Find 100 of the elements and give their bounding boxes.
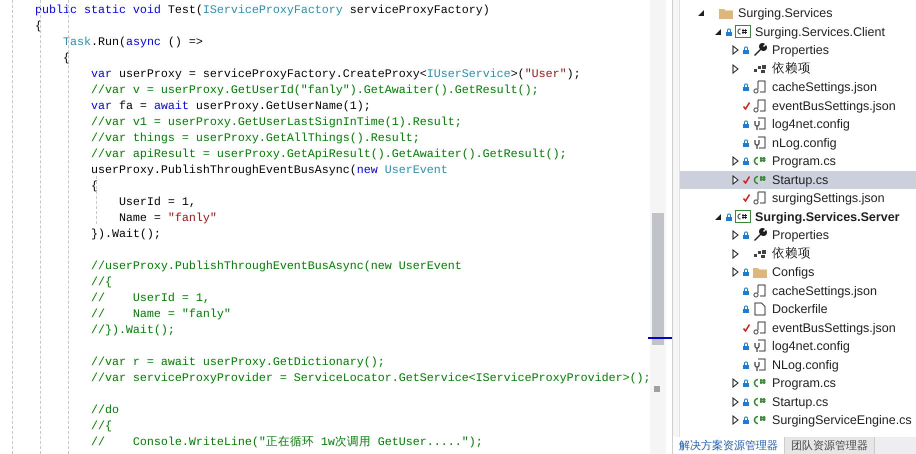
code-token: IServiceProxyFactory — [202, 2, 343, 18]
settings-file-icon — [753, 284, 767, 298]
code-token: //var serviceProxyProvider = ServiceLocator.GetService<IServiceProxyProvider>(); — [90, 370, 650, 386]
collapse-icon[interactable] — [714, 212, 722, 221]
expand-icon[interactable] — [732, 378, 738, 388]
code-token: // Console.WriteLine("正在循环 1w次调用 GetUser....."); — [90, 434, 483, 450]
settings-file-icon — [753, 80, 767, 94]
tree-item[interactable]: SurgingServiceEngine.cs — [680, 411, 916, 430]
csharp-file-icon — [752, 155, 768, 168]
lock-icon — [743, 342, 749, 350]
lock-icon — [743, 416, 749, 424]
code-token: //{ — [90, 274, 112, 290]
code-token: "User" — [524, 66, 567, 82]
code-token: Name = — [118, 210, 162, 226]
tree-item[interactable]: Surging.Services.Client — [680, 22, 916, 41]
config-file-icon — [753, 358, 767, 372]
config-file-icon — [753, 339, 767, 354]
tree-item[interactable]: surgingSettings.json — [680, 189, 916, 208]
tree-item[interactable]: eventBusSettings.json — [680, 318, 916, 337]
file-icon — [754, 302, 766, 316]
panel-tab[interactable]: 解决方案资源管理器 — [673, 437, 785, 454]
lock-icon — [743, 268, 749, 276]
code-token: // Name = "fanly" — [90, 306, 231, 322]
lock-icon — [743, 398, 749, 406]
tree-item[interactable]: 依赖项 — [680, 244, 916, 263]
code-token: () => — [166, 34, 203, 50]
panel-tab[interactable]: 团队资源管理器 — [785, 437, 875, 454]
settings-file-icon — [753, 320, 767, 335]
code-token: "fanly" — [168, 210, 217, 226]
lock-icon — [743, 120, 749, 128]
tree-item[interactable]: Surging.Services — [680, 4, 916, 22]
csharp-project-icon — [735, 210, 751, 224]
expand-icon[interactable] — [732, 396, 738, 407]
csharp-file-icon — [752, 377, 768, 390]
dependencies-icon — [753, 248, 767, 259]
scrollbar[interactable] — [650, 0, 666, 454]
expand-icon[interactable] — [732, 415, 738, 426]
tree-item[interactable]: nLog.config — [680, 134, 916, 152]
code-token: //{ — [90, 418, 112, 434]
tree-item[interactable]: eventBusSettings.json — [680, 96, 916, 115]
code-token: //var v = userProxy.GetUserId("fanly").GetAwaiter().GetResult(); — [90, 82, 539, 98]
lock-icon — [743, 360, 749, 369]
folder-icon — [752, 266, 768, 279]
scroll-marker — [654, 386, 660, 392]
lock-icon — [743, 379, 749, 388]
csharp-project-icon — [735, 25, 751, 38]
collapse-icon[interactable] — [697, 9, 705, 18]
wrench-icon — [753, 43, 767, 58]
tree-item[interactable]: Properties — [680, 226, 916, 244]
tree-item[interactable]: Properties — [680, 41, 916, 60]
expand-icon[interactable] — [732, 156, 738, 166]
check-icon — [742, 194, 750, 202]
tree-item[interactable]: log4net.config — [680, 337, 916, 356]
code-token: var — [90, 98, 112, 114]
lock-icon — [743, 286, 749, 295]
code-token: //var things = userProxy.GetAllThings().Result; — [90, 130, 420, 146]
lock-icon — [743, 305, 749, 314]
dependencies-icon — [753, 64, 767, 74]
scrollbar-thumb[interactable] — [652, 213, 664, 345]
lock-icon — [743, 231, 749, 240]
tree-item[interactable]: Surging.Services.Server — [680, 208, 916, 226]
code-token: UserId = 1, — [118, 194, 196, 210]
tree-item[interactable]: cacheSettings.json — [680, 78, 916, 96]
tree-item[interactable]: Configs — [680, 263, 916, 282]
expand-icon[interactable] — [732, 64, 738, 74]
tree-item[interactable]: 依赖项 — [680, 60, 916, 78]
expand-icon[interactable] — [732, 230, 738, 240]
code-token: await — [154, 98, 189, 114]
code-token: .Run( — [90, 34, 126, 50]
expand-icon[interactable] — [732, 267, 738, 278]
code-token: >( — [510, 66, 525, 82]
expand-icon[interactable] — [732, 45, 738, 56]
settings-file-icon — [753, 98, 767, 113]
lock-icon — [726, 212, 732, 221]
code-token: //userProxy.PublishThroughEventBusAsync(new UserEvent — [90, 258, 462, 274]
code-token: userProxy.GetUserName(1); — [194, 98, 371, 114]
settings-file-icon — [753, 191, 767, 206]
tree-item[interactable]: Program.cs — [680, 152, 916, 170]
code-token: ); — [566, 66, 581, 82]
code-token: //var r = await userProxy.GetDictionary(); — [90, 354, 385, 370]
collapse-icon[interactable] — [714, 28, 722, 36]
csharp-file-icon — [752, 174, 768, 186]
tree-item[interactable]: NLog.config — [680, 356, 916, 374]
tree-item[interactable]: cacheSettings.json — [680, 282, 916, 300]
lock-icon — [726, 28, 732, 36]
check-icon — [742, 176, 750, 184]
expand-icon[interactable] — [732, 248, 738, 259]
tree-item[interactable]: log4net.config — [680, 115, 916, 134]
code-token: UserEvent — [384, 162, 448, 178]
expand-icon[interactable] — [732, 174, 738, 185]
code-token: Test( — [168, 2, 203, 18]
code-token: // UserId = 1, — [90, 290, 210, 306]
lock-icon — [743, 83, 749, 92]
code-token: userProxy = serviceProxyFactory.CreateProxy< — [118, 66, 427, 82]
tree-item[interactable]: Startup.cs — [680, 170, 916, 189]
tree-item[interactable]: Startup.cs — [680, 392, 916, 411]
code-token: userProxy.PublishThroughEventBusAsync( — [90, 162, 357, 178]
lock-icon — [743, 46, 749, 54]
tree-item[interactable]: Dockerfile — [680, 300, 916, 318]
tree-item[interactable]: Program.cs — [680, 374, 916, 392]
